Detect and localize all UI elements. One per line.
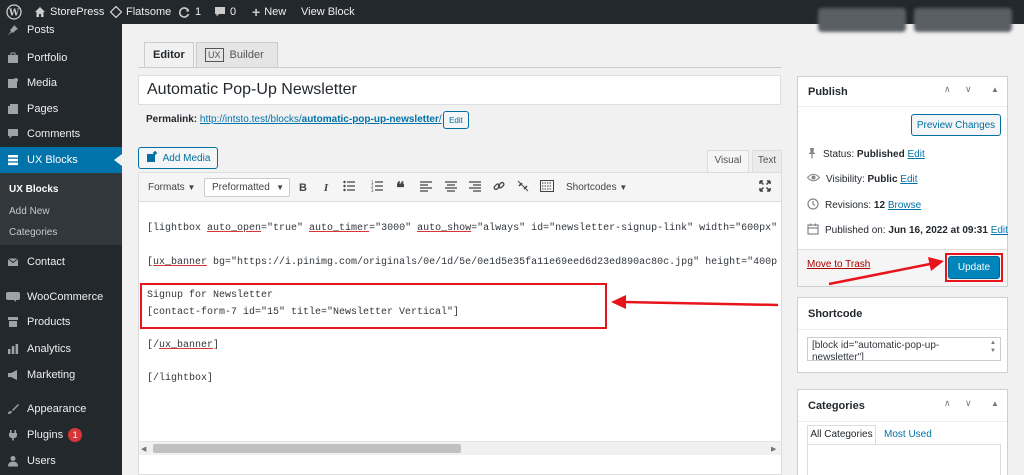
arrow-to-code-line xyxy=(624,300,779,307)
arrow-to-code-head xyxy=(611,295,626,309)
arrow-to-update-head xyxy=(928,257,944,271)
arrow-to-update-line xyxy=(828,262,931,286)
annotation-arrows xyxy=(611,257,944,309)
